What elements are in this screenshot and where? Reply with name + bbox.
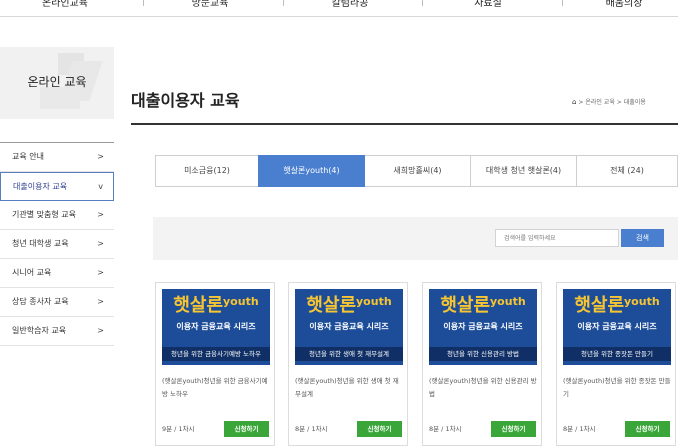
apply-button[interactable]: 신청하기 [491,421,536,437]
search-button[interactable]: 검색 [621,229,664,247]
series-label: 이용자 금융교육 시리즈 [577,322,657,331]
sidebar-item-label: 일반학습자 교육 [12,326,67,335]
sidebar-title: 온라인 교육 [27,75,87,89]
top-nav: 온라인교육 방문교육 칼럼라공 자료실 배움의장 [0,0,678,17]
sidebar-item-custom-education[interactable]: 기관별 맞춤형 교육 > [0,201,114,230]
brand-name: 햇살론 [306,295,357,316]
page-title: 대출이용자 교육 [131,91,240,110]
course-duration: 8분 / 1차시 [295,425,328,433]
brand-name: 햇살론 [173,295,224,316]
course-thumbnail[interactable]: 햇살론youth 이용자 금융교육 시리즈 청년을 위한 종잣돈 만들기 [563,289,671,365]
breadcrumb-separator: > [578,99,584,106]
sidebar-header: 온라인 교육 [0,47,114,119]
brand-logo: 햇살론youth [162,291,270,317]
chevron-right-icon: > [97,297,104,306]
topnav-divider [143,0,144,6]
course-thumbnail[interactable]: 햇살론youth 이용자 금융교육 시리즈 청년을 위한 생애 첫 재무설계 [295,289,403,365]
tab-sunshine-youth[interactable]: 햇살론youth(4) [258,155,365,187]
decor-shape [40,87,80,109]
tab-all[interactable]: 전체 (24) [577,156,677,186]
breadcrumb-separator: > [616,99,622,106]
course-thumbnail[interactable]: 햇살론youth 이용자 금융교육 시리즈 청년을 위한 신용관리 방법 [429,289,537,365]
brand-suffix: youth [356,295,392,308]
topnav-column[interactable]: 칼럼라공 [290,0,410,10]
sidebar-item-label: 시니어 교육 [12,268,52,277]
topnav-learning[interactable]: 배움의장 [570,0,678,10]
course-duration: 9분 / 1차시 [162,425,195,433]
course-duration: 8분 / 1차시 [429,425,462,433]
apply-button[interactable]: 신청하기 [357,421,402,437]
brand-logo: 햇살론youth [295,291,403,317]
brand-name: 햇살론 [574,295,625,316]
tab-microfinance[interactable]: 미소금융(12) [156,156,259,186]
title-divider [131,123,678,125]
sidebar-item-label: 청년 대학생 교육 [12,239,69,248]
course-thumbnail[interactable]: 햇살론youth 이용자 금융교육 시리즈 청년을 위한 금융사기예방 노하우 [162,289,270,365]
topnav-divider [422,0,423,6]
chevron-down-icon: v [98,182,103,191]
topnav-visit-education[interactable]: 방문교육 [150,0,270,10]
chevron-right-icon: > [97,239,104,248]
course-card[interactable]: 햇살론youth 이용자 금융교육 시리즈 청년을 위한 생애 첫 재무설계 (… [288,282,408,446]
series-label: 이용자 금융교육 시리즈 [176,322,256,331]
brand-logo: 햇살론youth [563,291,671,317]
breadcrumb-level1[interactable]: 온라인 교육 [585,99,615,106]
course-title[interactable]: (햇살론youth)청년을 위한 종잣돈 만들기 [563,375,671,401]
sidebar-item-counselor-education[interactable]: 상담 종사자 교육 > [0,288,114,317]
course-subtitle: 청년을 위한 종잣돈 만들기 [563,347,671,361]
sidebar-item-label: 기관별 맞춤형 교육 [12,210,76,219]
brand-logo: 햇살론youth [429,291,537,317]
course-title[interactable]: (햇살론youth)청년을 위한 생애 첫 재무설계 [295,375,403,401]
series-label: 이용자 금융교육 시리즈 [443,322,523,331]
tab-new-hope[interactable]: 새희망홀씨(4) [365,156,471,186]
search-area: 검색 [153,217,678,260]
course-subtitle: 청년을 위한 신용관리 방법 [429,347,537,361]
sidebar-item-label: 대출이용자 교육 [13,182,68,191]
chevron-right-icon: > [97,268,104,277]
sidebar-item-youth-education[interactable]: 청년 대학생 교육 > [0,230,114,259]
topnav-divider [562,0,563,6]
tab-student-youth[interactable]: 대학생 청년 햇살론(4) [471,156,577,186]
brand-suffix: youth [490,295,526,308]
breadcrumb: ⌂ > 온라인 교육 > 대출이용 [572,97,646,106]
apply-button[interactable]: 신청하기 [625,421,670,437]
breadcrumb-level2[interactable]: 대출이용 [624,99,646,106]
search-input[interactable] [495,229,619,247]
topnav-online-education[interactable]: 온라인교육 [10,0,120,10]
course-card[interactable]: 햇살론youth 이용자 금융교육 시리즈 청년을 위한 종잣돈 만들기 (햇살… [556,282,676,446]
chevron-right-icon: > [97,210,104,219]
topnav-divider [283,0,284,6]
sidebar-item-education-guide[interactable]: 교육 안내 > [0,143,114,172]
course-title[interactable]: (햇살론youth)청년을 위한 신용관리 방법 [429,375,537,401]
sidebar-item-label: 교육 안내 [12,152,44,161]
sidebar-item-senior-education[interactable]: 시니어 교육 > [0,259,114,288]
brand-suffix: youth [223,295,259,308]
sidebar-item-label: 상담 종사자 교육 [12,297,69,306]
course-card[interactable]: 햇살론youth 이용자 금융교육 시리즈 청년을 위한 신용관리 방법 (햇살… [422,282,542,446]
chevron-right-icon: > [97,152,104,161]
course-subtitle: 청년을 위한 생애 첫 재무설계 [295,347,403,361]
course-duration: 8분 / 1차시 [563,425,596,433]
series-label: 이용자 금융교육 시리즈 [309,322,389,331]
brand-suffix: youth [624,295,660,308]
course-card[interactable]: 햇살론youth 이용자 금융교육 시리즈 청년을 위한 금융사기예방 노하우 … [155,282,275,446]
chevron-right-icon: > [97,326,104,335]
brand-name: 햇살론 [440,295,491,316]
course-title[interactable]: (햇살론youth)청년을 위한 금융사기예방 노하우 [162,375,270,401]
topnav-resources[interactable]: 자료실 [428,0,548,10]
sidebar-item-loan-user-education[interactable]: 대출이용자 교육 v [0,172,114,201]
course-subtitle: 청년을 위한 금융사기예방 노하우 [162,347,270,361]
sidebar-item-general-education[interactable]: 일반학습자 교육 > [0,317,114,346]
home-icon[interactable]: ⌂ [572,98,576,106]
apply-button[interactable]: 신청하기 [224,421,269,437]
sidebar-menu: 교육 안내 > 대출이용자 교육 v 기관별 맞춤형 교육 > 청년 대학생 교… [0,142,114,346]
category-tabs: 미소금융(12) 햇살론youth(4) 새희망홀씨(4) 대학생 청년 햇살론… [155,155,678,187]
